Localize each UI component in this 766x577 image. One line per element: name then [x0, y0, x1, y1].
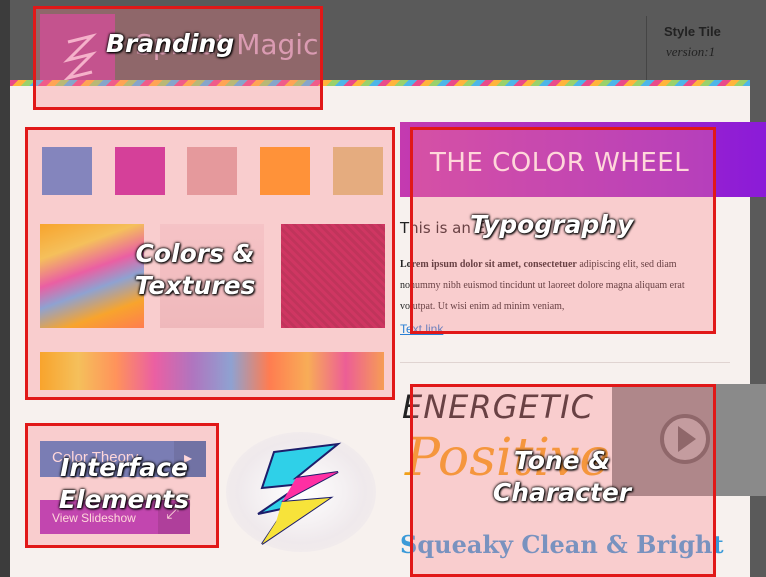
overlay-label-branding: Branding [106, 29, 235, 58]
overlay-label-colors-textures: Colors & Textures [128, 238, 262, 302]
overlay-label-tone: Tone & Character [484, 445, 640, 509]
overlay-label-interface-line2: Elements [58, 485, 190, 514]
overlay-label-tone-line1: Tone & [513, 446, 611, 475]
overlay-label-interface-line1: Interface [60, 453, 188, 482]
overlay-label-colors-line2: Textures [134, 271, 256, 300]
overlay-label-colors-line1: Colors & [135, 239, 255, 268]
lightning-s-logo-icon [257, 442, 342, 545]
style-tile-version: version:1 [666, 44, 716, 59]
left-edge-strip [0, 0, 10, 577]
overlay-label-typography: Typography [470, 210, 634, 239]
divider [400, 362, 730, 363]
style-tile-title: Style Tile [664, 24, 721, 39]
overlay-label-interface: Interface Elements [52, 452, 196, 516]
overlay-label-tone-line2: Character [492, 478, 632, 507]
